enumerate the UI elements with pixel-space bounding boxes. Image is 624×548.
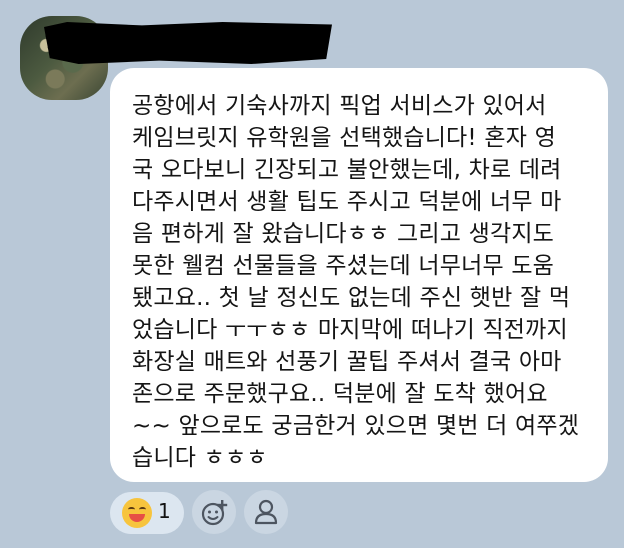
grinning-tongue-emoji-icon [122,498,152,528]
reaction-count: 1 [158,499,171,523]
message-line: 됐고요.. 첫 날 정신도 없는데 주신 햇반 잘 먹 [132,285,571,311]
person-icon [254,499,278,525]
message-line: 화장실 매트와 선풍기 꿀팁 주셔서 결국 아마 [132,349,562,375]
reaction-pill[interactable]: 1 [110,492,184,534]
message-line: ~~ 앞으로도 궁금한거 있으면 몇번 더 여쭈겠 [132,413,580,439]
profile-button[interactable] [244,490,288,534]
message-line: 케임브릿지 유학원을 선택했습니다! 혼자 영 [132,125,556,151]
message-line: 습니다 ㅎㅎㅎ [132,445,268,471]
message-line: 다주시면서 생활 팁도 주시고 덕분에 너무 마 [132,189,562,215]
message-bubble[interactable]: 공항에서 기숙사까지 픽업 서비스가 있어서 케임브릿지 유학원을 선택했습니다… [110,68,608,482]
message-line: 공항에서 기숙사까지 픽업 서비스가 있어서 [132,93,547,119]
add-reaction-icon [201,500,228,526]
message-line: 었습니다 ㅜㅜㅎㅎ 마지막에 떠나기 직전까지 [132,317,568,343]
message-line: 국 오다보니 긴장되고 불안했는데, 차로 데려 [132,157,562,183]
message-line: 못한 웰컴 선물들을 주셨는데 너무너무 도움 [132,253,555,279]
add-reaction-button[interactable] [192,490,236,534]
message-line: 존으로 주문했구요.. 덕분에 잘 도착 했어요 [132,381,548,407]
message-line: 음 편하게 잘 왔습니다ㅎㅎ 그리고 생각지도 [132,221,555,247]
sender-name-redacted: Sender [44,22,332,64]
